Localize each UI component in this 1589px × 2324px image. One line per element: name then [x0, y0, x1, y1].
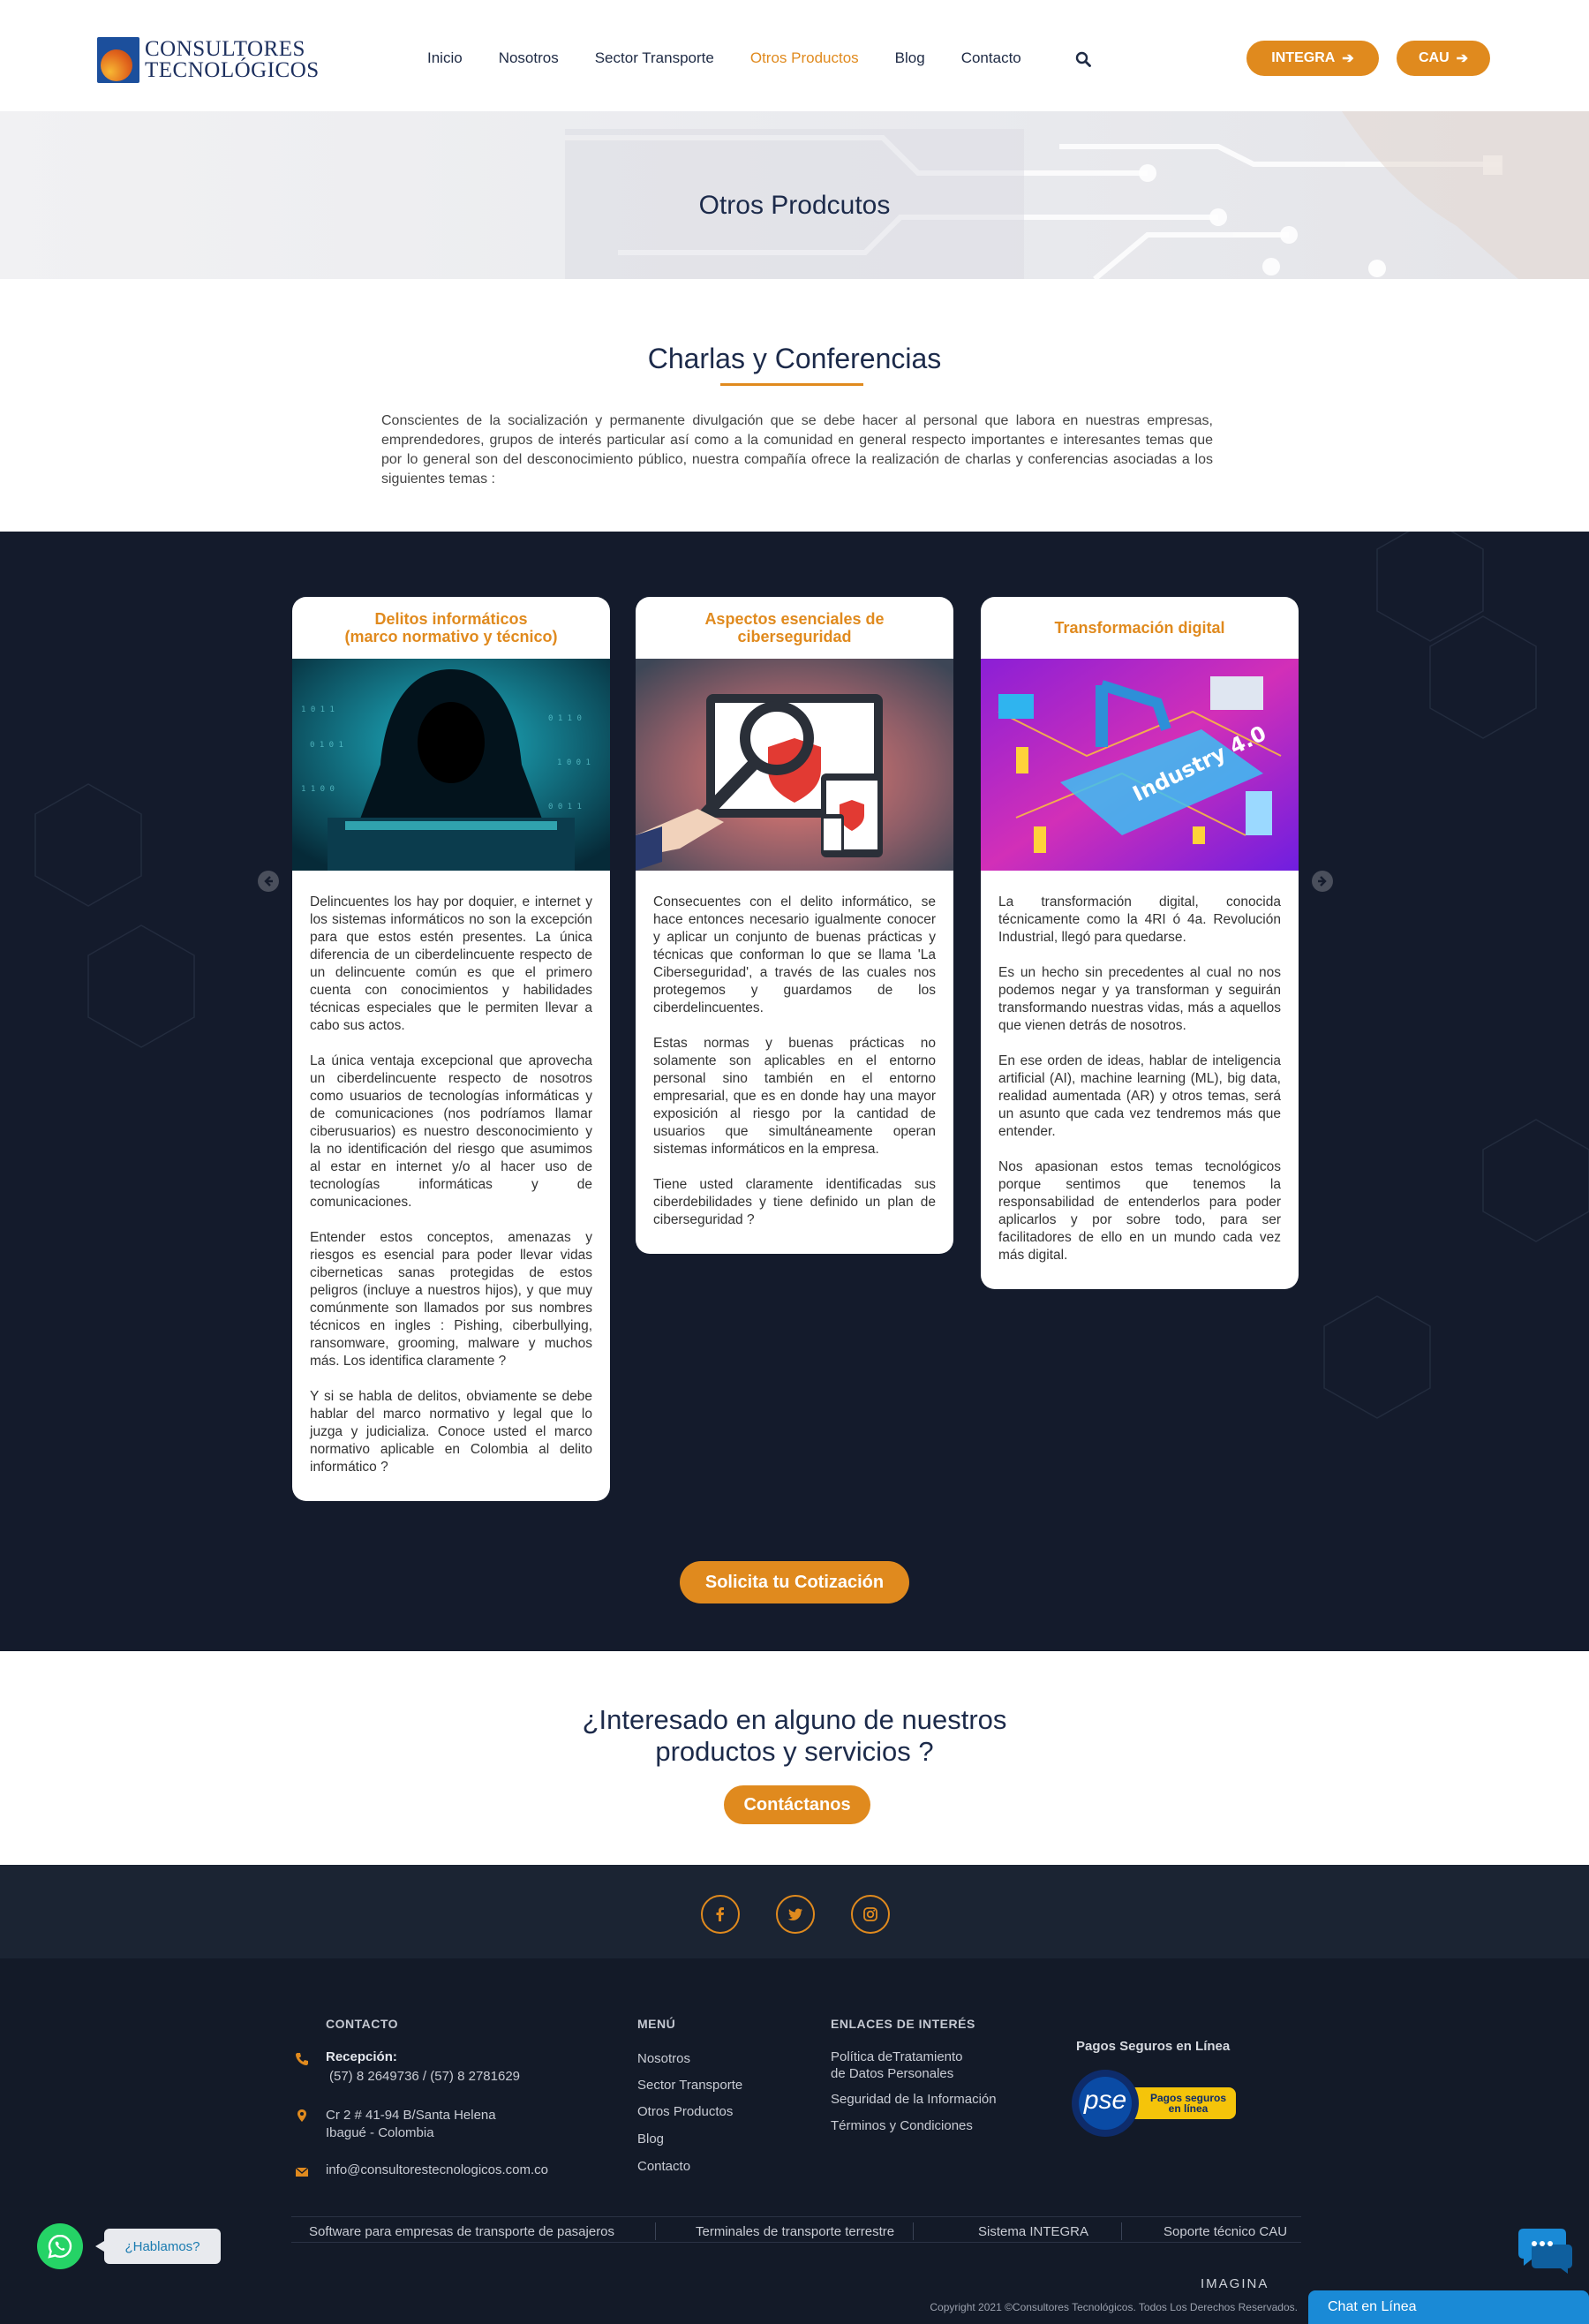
pse-tagline: Pagos seguros en línea [1149, 2092, 1227, 2115]
whatsapp-button[interactable] [37, 2223, 83, 2269]
site-header: CONSULTORES TECNOLÓGICOS Inicio Nosotros… [0, 0, 1589, 111]
footer-reception-label: Recepción: [326, 2049, 397, 2064]
page-hero: Otros Prodcutos [0, 111, 1589, 279]
hacker-image: 1 0 1 1 0 1 0 1 1 1 0 0 0 1 1 0 1 0 0 1 0 0 … [292, 659, 610, 871]
topic-card-transformacion: Transformación digital Industry 4.0 La t… [981, 597, 1299, 1289]
facebook-link[interactable] [701, 1895, 740, 1934]
footer-address-line2: Ibagué - Colombia [326, 2125, 434, 2140]
nav-item-inicio[interactable]: Inicio [427, 49, 463, 67]
pse-logo-text: pse [1083, 2086, 1127, 2115]
nav-item-sector-transporte[interactable]: Sector Transporte [595, 49, 714, 67]
cau-button[interactable]: CAU ➔ [1397, 41, 1490, 76]
footer-link-terms[interactable]: Términos y Condiciones [831, 2117, 973, 2134]
svg-text:1 0 0 1: 1 0 0 1 [557, 758, 591, 767]
topic-card-ciberseguridad: Aspectos esenciales de ciberseguridad Co… [636, 597, 953, 1254]
carousel-next-button[interactable] [1312, 871, 1333, 892]
phone-icon [296, 2053, 308, 2065]
footer-menu-nosotros[interactable]: Nosotros [637, 2050, 690, 2067]
svg-text:0 1 0 1: 0 1 0 1 [310, 741, 343, 750]
site-footer: CONTACTO Recepción: (57) 8 2649736 / (57… [0, 1958, 1589, 2324]
location-pin-icon [297, 2109, 306, 2122]
whatsapp-bubble[interactable]: ¿Hablamos? [95, 2229, 221, 2264]
copyright: Copyright 2021 ©Consultores Tecnológicos… [930, 2301, 1298, 2313]
footer-link-integra[interactable]: Sistema INTEGRA [978, 2224, 1088, 2239]
twitter-icon [787, 1908, 802, 1920]
social-band [0, 1865, 1589, 1958]
footer-email[interactable]: info@consultorestecnologicos.com.co [326, 2162, 548, 2178]
live-chat-bar[interactable]: Chat en Línea [1308, 2290, 1589, 2324]
industry-image: Industry 4.0 [981, 659, 1299, 871]
topics-section: Delitos informáticos (marco normativo y t… [0, 532, 1589, 1651]
contact-button[interactable]: Contáctanos [724, 1785, 870, 1824]
title-underline [720, 383, 863, 386]
footer-link-privacy[interactable]: Política deTratamiento de Datos Personal… [831, 2049, 963, 2082]
carousel-prev-button[interactable] [258, 871, 279, 892]
footer-menu-blog[interactable]: Blog [637, 2131, 664, 2147]
arrow-right-icon [1318, 876, 1327, 887]
twitter-link[interactable] [776, 1895, 815, 1934]
svg-text:1 1 0 0: 1 1 0 0 [301, 785, 335, 794]
cta-title: ¿Interesado en alguno de nuestros produc… [582, 1704, 1007, 1767]
arrow-right-icon: ➔ [1342, 51, 1354, 66]
topic-card-delitos: Delitos informáticos (marco normativo y t… [292, 597, 610, 1501]
footer-link-terminales[interactable]: Terminales de transporte terrestre [696, 2224, 894, 2239]
footer-menu-heading: MENÚ [637, 2017, 676, 2031]
facebook-icon [716, 1907, 724, 1921]
whatsapp-icon [48, 2234, 72, 2259]
company-logo[interactable]: CONSULTORES TECNOLÓGICOS [97, 37, 320, 83]
nav-item-nosotros[interactable]: Nosotros [499, 49, 559, 67]
pse-badge[interactable]: pse Pagos seguros en línea [1070, 2068, 1238, 2137]
pse-heading: Pagos Seguros en Línea [1076, 2039, 1231, 2054]
svg-text:1 0 1 1: 1 0 1 1 [301, 706, 335, 714]
cybersecurity-image [636, 659, 953, 871]
search-icon[interactable] [1075, 51, 1091, 67]
integra-button[interactable]: INTEGRA ➔ [1246, 41, 1379, 76]
main-nav: Inicio Nosotros Sector Transporte Otros … [427, 49, 1058, 67]
footer-menu-otros-productos[interactable]: Otros Productos [637, 2103, 733, 2120]
card-body: Delincuentes los hay por doquier, e inte… [310, 894, 592, 1475]
instagram-icon [863, 1907, 877, 1921]
imagina-logo[interactable]: IMAGINA [1201, 2276, 1269, 2291]
footer-phones: (57) 8 2649736 / (57) 8 2781629 [329, 2069, 520, 2084]
page-title: Otros Prodcutos [698, 191, 891, 220]
nav-item-contacto[interactable]: Contacto [961, 49, 1021, 67]
intro-paragraph: Conscientes de la socialización y perman… [381, 413, 1213, 487]
email-icon [295, 2167, 309, 2177]
nav-item-blog[interactable]: Blog [895, 49, 925, 67]
card-body: La transformación digital, conocida técn… [998, 894, 1281, 1263]
footer-address-line1: Cr 2 # 41-94 B/Santa Helena [326, 2108, 496, 2123]
footer-link-cau[interactable]: Soporte técnico CAU [1164, 2224, 1287, 2239]
logo-text: CONSULTORES TECNOLÓGICOS [145, 37, 320, 82]
chat-bubble-icon[interactable] [1518, 2227, 1573, 2275]
instagram-link[interactable] [851, 1895, 890, 1934]
footer-contact-heading: CONTACTO [326, 2017, 399, 2031]
card-title: Delitos informáticos (marco normativo y t… [344, 610, 558, 645]
footer-menu-contacto[interactable]: Contacto [637, 2158, 690, 2175]
card-title: Aspectos esenciales de ciberseguridad [704, 610, 885, 645]
svg-text:0 1 1 0: 0 1 1 0 [548, 714, 582, 723]
footer-menu-sector-transporte[interactable]: Sector Transporte [637, 2077, 742, 2094]
logo-mark [97, 37, 139, 83]
nav-item-otros-productos[interactable]: Otros Productos [750, 49, 859, 67]
section-title: Charlas y Conferencias [647, 343, 942, 374]
svg-text:0 0 1 1: 0 0 1 1 [548, 803, 582, 811]
footer-bottom-links: Software para empresas de transporte de … [291, 2216, 1301, 2243]
arrow-right-icon: ➔ [1456, 51, 1469, 66]
request-quote-button[interactable]: Solicita tu Cotización [680, 1561, 909, 1603]
footer-link-security[interactable]: Seguridad de la Información [831, 2091, 997, 2108]
card-title: Transformación digital [1054, 619, 1225, 637]
arrow-left-icon [264, 876, 273, 887]
footer-link-software[interactable]: Software para empresas de transporte de … [309, 2224, 614, 2239]
card-body: Consecuentes con el delito informático, … [653, 894, 936, 1227]
footer-links-heading: ENLACES DE INTERÉS [831, 2017, 975, 2031]
